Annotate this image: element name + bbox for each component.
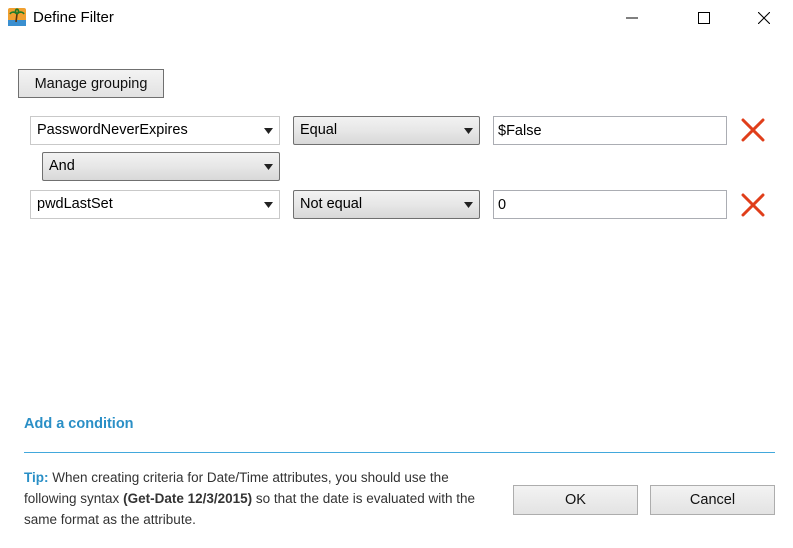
tip-code: (Get-Date 12/3/2015) (123, 491, 253, 506)
tip-label: Tip: (24, 470, 49, 485)
chevron-down-icon (264, 164, 273, 170)
logic-operator-value: And (49, 158, 75, 174)
manage-grouping-label: Manage grouping (34, 75, 148, 92)
operator-dropdown-2-value: Not equal (300, 196, 363, 212)
maximize-button[interactable] (681, 0, 727, 36)
ok-button-label: OK (565, 492, 586, 508)
manage-grouping-button[interactable]: Manage grouping (18, 69, 164, 98)
attribute-dropdown-1[interactable]: PasswordNeverExpires (30, 116, 280, 145)
minimize-button[interactable] (609, 0, 655, 36)
cancel-button-label: Cancel (689, 492, 736, 508)
cancel-button[interactable]: Cancel (650, 485, 775, 515)
chevron-down-icon (464, 128, 473, 134)
value-field-1[interactable] (493, 116, 727, 145)
value-field-2[interactable] (493, 190, 727, 219)
ok-button[interactable]: OK (513, 485, 638, 515)
maximize-icon (698, 12, 710, 24)
close-button[interactable] (741, 0, 787, 36)
value-input-1[interactable] (494, 117, 726, 144)
attribute-dropdown-1-value: PasswordNeverExpires (37, 122, 188, 138)
divider (24, 452, 775, 453)
chevron-down-icon (264, 128, 273, 134)
delete-condition-2-icon[interactable] (740, 192, 766, 218)
value-input-2[interactable] (494, 191, 726, 218)
chevron-down-icon (464, 202, 473, 208)
attribute-dropdown-2-value: pwdLastSet (37, 196, 113, 212)
palm-tree-icon (8, 8, 26, 26)
tip-text: Tip: When creating criteria for Date/Tim… (24, 467, 494, 530)
logic-operator-dropdown[interactable]: And (42, 152, 280, 181)
title-bar: Define Filter (0, 0, 793, 36)
operator-dropdown-1[interactable]: Equal (293, 116, 480, 145)
operator-dropdown-1-value: Equal (300, 122, 338, 138)
delete-condition-1-icon[interactable] (740, 117, 766, 143)
close-icon (758, 12, 770, 24)
add-condition-link[interactable]: Add a condition (24, 416, 134, 432)
operator-dropdown-2[interactable]: Not equal (293, 190, 480, 219)
minimize-icon (626, 17, 638, 19)
chevron-down-icon (264, 202, 273, 208)
attribute-dropdown-2[interactable]: pwdLastSet (30, 190, 280, 219)
window-title: Define Filter (33, 9, 114, 26)
